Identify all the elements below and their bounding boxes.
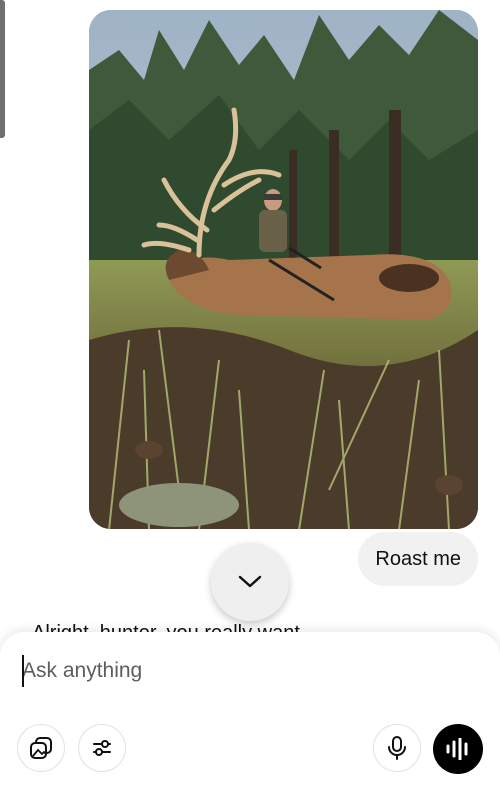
shared-photo[interactable] bbox=[89, 10, 478, 529]
voice-mode-button[interactable] bbox=[433, 724, 483, 774]
message-composer bbox=[0, 632, 500, 806]
user-message-text: Roast me bbox=[375, 547, 461, 570]
user-message-bubble: Roast me bbox=[358, 532, 478, 586]
dictation-button[interactable] bbox=[373, 724, 421, 772]
attach-media-button[interactable] bbox=[17, 724, 65, 772]
prompt-input[interactable] bbox=[22, 654, 462, 688]
photo-illustration bbox=[89, 10, 478, 529]
tools-button[interactable] bbox=[78, 724, 126, 772]
voice-waveform-icon bbox=[446, 738, 468, 760]
chevron-down-icon bbox=[238, 575, 262, 588]
scroll-to-bottom-button[interactable] bbox=[211, 543, 289, 621]
text-caret bbox=[22, 655, 24, 687]
scroll-indicator[interactable] bbox=[0, 0, 5, 138]
microphone-icon bbox=[388, 736, 406, 760]
sliders-icon bbox=[93, 740, 111, 756]
gallery-icon bbox=[30, 737, 52, 759]
